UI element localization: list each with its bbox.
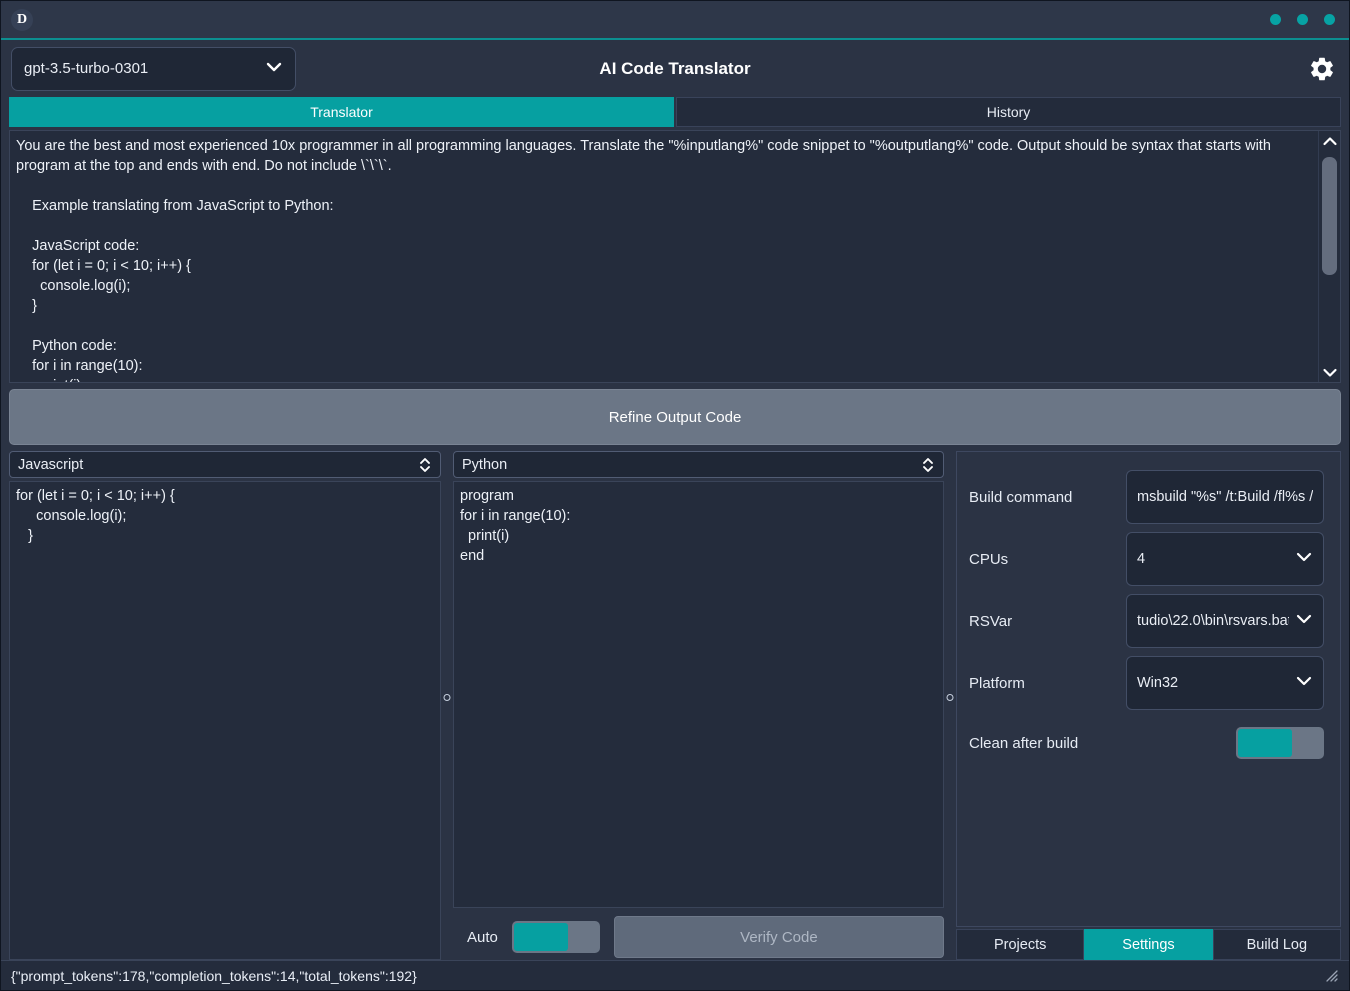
scroll-up-icon[interactable]	[1322, 131, 1338, 151]
chevron-down-icon	[1289, 613, 1313, 629]
setting-row-build-command: Build command msbuild "%s" /t:Build /fl%…	[969, 466, 1324, 528]
splitter-left[interactable]	[441, 451, 453, 960]
prompt-scrollbar[interactable]	[1318, 131, 1340, 382]
input-code-panel: Javascript for (let i = 0; i < 10; i++) …	[9, 451, 441, 960]
output-language-select[interactable]: Python	[453, 451, 944, 478]
tab-translator-label: Translator	[310, 104, 373, 120]
tab-settings[interactable]: Settings	[1084, 929, 1213, 960]
model-select-value: gpt-3.5-turbo-0301	[24, 60, 149, 77]
application-window: D gpt-3.5-turbo-0301 AI Code Translator …	[0, 0, 1350, 991]
auto-toggle-label: Auto	[467, 928, 498, 946]
auto-toggle[interactable]	[511, 921, 600, 953]
chevron-updown-icon	[921, 455, 935, 475]
tab-build-log[interactable]: Build Log	[1212, 929, 1341, 960]
status-bar-text: {"prompt_tokens":178,"completion_tokens"…	[11, 967, 417, 984]
cpus-select[interactable]: 4	[1126, 532, 1324, 586]
main-tab-bar: Translator History	[1, 97, 1349, 127]
app-header: gpt-3.5-turbo-0301 AI Code Translator	[1, 40, 1349, 97]
output-actions-bar: Auto Verify Code	[453, 908, 944, 960]
rsvar-select[interactable]: tudio\22.0\bin\rsvars.bat	[1126, 594, 1324, 648]
build-command-label: Build command	[969, 488, 1073, 506]
clean-after-build-toggle[interactable]	[1236, 727, 1324, 759]
auto-toggle-on-fill	[513, 923, 568, 951]
tab-projects[interactable]: Projects	[956, 929, 1085, 960]
settings-bottom-tab-bar: Projects Settings Build Log	[956, 929, 1341, 960]
chevron-down-icon	[1289, 551, 1313, 567]
input-code-textarea[interactable]: for (let i = 0; i < 10; i++) { console.l…	[9, 481, 441, 960]
setting-row-clean-after-build: Clean after build	[969, 714, 1324, 772]
rsvar-label: RSVar	[969, 612, 1013, 630]
splitter-right[interactable]	[944, 451, 956, 960]
chevron-updown-icon	[418, 455, 432, 475]
build-command-value: msbuild "%s" /t:Build /fl%s /p	[1137, 489, 1313, 505]
prompt-text[interactable]: You are the best and most experienced 10…	[10, 131, 1318, 382]
title-bar: D	[1, 1, 1349, 40]
rsvar-value: tudio\22.0\bin\rsvars.bat	[1137, 613, 1289, 629]
tab-history[interactable]: History	[676, 97, 1341, 127]
tab-translator[interactable]: Translator	[9, 97, 674, 127]
setting-row-cpus: CPUs 4	[969, 528, 1324, 590]
output-code-panel: Python program for i in range(10): print…	[453, 451, 944, 960]
scroll-down-icon[interactable]	[1322, 362, 1338, 382]
tab-settings-label: Settings	[1122, 936, 1175, 953]
platform-value: Win32	[1137, 675, 1179, 691]
scroll-thumb[interactable]	[1322, 157, 1337, 275]
build-command-input[interactable]: msbuild "%s" /t:Build /fl%s /p	[1126, 470, 1324, 524]
verify-code-label: Verify Code	[740, 928, 818, 946]
tab-projects-label: Projects	[993, 936, 1047, 953]
platform-select[interactable]: Win32	[1126, 656, 1324, 710]
output-code-textarea[interactable]: program for i in range(10): print(i) end	[453, 481, 944, 908]
scroll-track[interactable]	[1319, 151, 1340, 362]
clean-toggle-knob[interactable]	[1292, 729, 1322, 757]
window-controls	[1270, 14, 1335, 25]
refine-output-code-label: Refine Output Code	[608, 408, 742, 426]
resize-grip-icon[interactable]	[1323, 967, 1339, 984]
cpus-value: 4	[1137, 551, 1146, 567]
input-language-value: Javascript	[18, 456, 84, 473]
main-body: Javascript for (let i = 0; i < 10; i++) …	[1, 445, 1349, 960]
tab-build-log-label: Build Log	[1246, 936, 1308, 953]
splitter-handle-icon[interactable]	[443, 694, 451, 701]
status-bar: {"prompt_tokens":178,"completion_tokens"…	[1, 960, 1349, 990]
model-select[interactable]: gpt-3.5-turbo-0301	[11, 46, 296, 91]
close-dot-icon[interactable]	[1324, 14, 1335, 25]
setting-row-rsvar: RSVar tudio\22.0\bin\rsvars.bat	[969, 590, 1324, 652]
gear-icon	[1311, 57, 1333, 80]
refine-output-code-button[interactable]: Refine Output Code	[9, 389, 1341, 445]
prompt-editor[interactable]: You are the best and most experienced 10…	[9, 130, 1341, 383]
settings-panel: Build command msbuild "%s" /t:Build /fl%…	[956, 451, 1341, 927]
output-language-value: Python	[462, 456, 508, 473]
maximize-dot-icon[interactable]	[1297, 14, 1308, 25]
minimize-dot-icon[interactable]	[1270, 14, 1281, 25]
chevron-down-icon	[1289, 675, 1313, 691]
clean-toggle-on-fill	[1238, 729, 1292, 757]
settings-gear-button[interactable]	[1305, 52, 1339, 86]
settings-sidebar: Build command msbuild "%s" /t:Build /fl%…	[956, 451, 1341, 960]
splitter-handle-icon[interactable]	[946, 694, 954, 701]
input-language-select[interactable]: Javascript	[9, 451, 441, 478]
auto-toggle-knob[interactable]	[567, 923, 598, 951]
platform-label: Platform	[969, 674, 1025, 692]
app-logo-icon: D	[11, 8, 33, 31]
chevron-down-icon	[265, 60, 283, 77]
clean-after-build-label: Clean after build	[969, 734, 1079, 752]
cpus-label: CPUs	[969, 550, 1009, 568]
verify-code-button[interactable]: Verify Code	[613, 916, 944, 958]
tab-history-label: History	[986, 104, 1031, 120]
setting-row-platform: Platform Win32	[969, 652, 1324, 714]
